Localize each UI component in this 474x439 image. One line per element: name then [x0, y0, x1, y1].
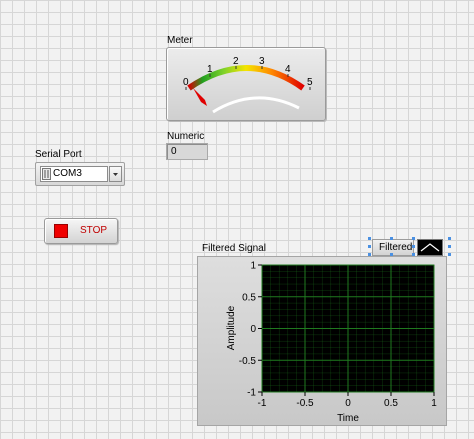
numeric-label: Numeric: [167, 131, 205, 142]
waveform-graph[interactable]: -1 -0.5 0 0.5 1 1 0.5 0 -0.5 -1 Amplitude Time: [197, 256, 447, 426]
meter-scale-label: 1: [207, 64, 213, 75]
plot-legend-swatch[interactable]: [417, 239, 443, 256]
meter-scale-label: 5: [307, 77, 313, 88]
serial-port-control[interactable]: COM3: [35, 162, 125, 186]
meter-scale-label: 4: [285, 64, 291, 75]
meter-label: Meter: [167, 35, 193, 46]
y-tick-label: 0: [250, 324, 256, 335]
y-tick-label: -0.5: [239, 356, 257, 367]
meter-gauge-graphic: 0 1 2 3 4 5: [183, 56, 313, 114]
line-plot-icon: [420, 243, 440, 252]
selection-handle[interactable]: [412, 245, 415, 248]
selection-handle[interactable]: [390, 237, 393, 240]
waveform-graph-svg: -1 -0.5 0 0.5 1 1 0.5 0 -0.5 -1 Amplitude Time: [226, 261, 437, 425]
x-tick-label: 0: [345, 398, 351, 409]
x-tick-label: 1: [431, 398, 437, 409]
meter-scale-label: 2: [233, 56, 239, 67]
dropdown-arrow-icon: [113, 173, 118, 176]
stop-button[interactable]: STOP: [44, 218, 118, 244]
meter-scale-label: 0: [183, 77, 189, 88]
plot-legend-name: Filtered: [379, 242, 413, 253]
selection-handle[interactable]: [448, 245, 451, 248]
y-tick-label: -1: [247, 388, 256, 399]
meter-scale-label: 3: [259, 56, 265, 67]
y-tick-label: 1: [250, 261, 256, 272]
x-tick-label: 0.5: [384, 398, 398, 409]
serial-port-field[interactable]: COM3: [40, 166, 108, 182]
graph-title: Filtered Signal: [202, 243, 266, 254]
selection-handle[interactable]: [448, 237, 451, 240]
stop-indicator-light: [54, 224, 68, 238]
serial-port-value: COM3: [53, 168, 82, 179]
numeric-value: 0: [171, 146, 177, 157]
x-tick-label: -1: [258, 398, 267, 409]
meter-gauge[interactable]: 0 1 2 3 4 5: [166, 47, 326, 121]
selection-handle[interactable]: [368, 237, 371, 240]
plot-grid: [261, 264, 435, 393]
stop-button-label: STOP: [80, 225, 108, 236]
serial-port-dropdown-button[interactable]: [109, 166, 122, 182]
y-axis-label: Amplitude: [226, 305, 237, 350]
meter-inner-arc: [212, 96, 300, 114]
x-axis-label: Time: [337, 413, 359, 424]
selection-handle[interactable]: [412, 237, 415, 240]
selection-handle[interactable]: [368, 245, 371, 248]
x-tick-label: -0.5: [296, 398, 314, 409]
meter-needle: [193, 88, 207, 106]
y-tick-label: 0.5: [242, 292, 256, 303]
visa-resource-icon: [42, 168, 51, 180]
numeric-indicator: 0: [166, 143, 208, 160]
plot-legend[interactable]: Filtered: [368, 237, 451, 256]
selection-handle[interactable]: [448, 253, 451, 256]
plot-legend-name-box[interactable]: Filtered: [372, 239, 414, 256]
serial-port-label: Serial Port: [35, 149, 82, 160]
